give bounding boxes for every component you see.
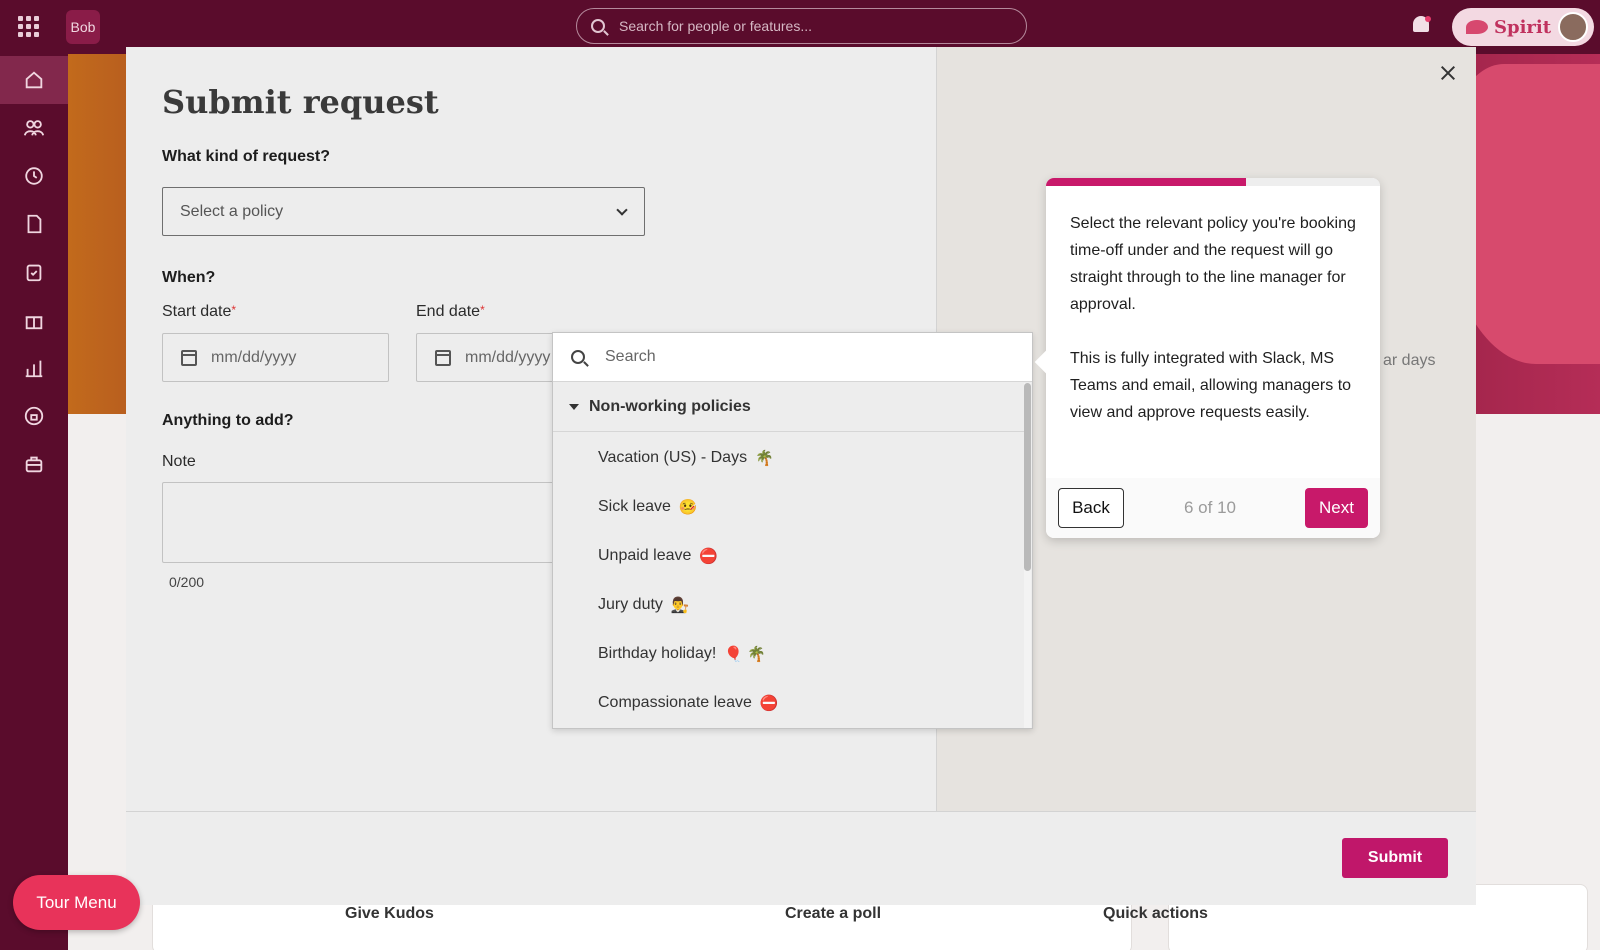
end-date-placeholder: mm/dd/yyyy [465,348,551,366]
lock-icon [24,406,44,426]
tour-paragraph: This is fully integrated with Slack, MS … [1070,350,1352,421]
sidebar-item-time[interactable] [0,152,68,200]
sidebar-item-security[interactable] [0,392,68,440]
policy-option-label: Compassionate leave [598,693,752,711]
policy-option[interactable]: Birthday holiday! 🎈 🌴 [553,629,1025,678]
kind-question: What kind of request? [162,148,330,165]
policy-search-placeholder: Search [605,348,656,365]
create-poll-link[interactable]: Create a poll [785,905,881,950]
tour-footer: Back 6 of 10 Next [1046,478,1380,538]
required-mark: * [231,303,237,317]
policy-select[interactable]: Select a policy [162,187,645,236]
policy-option[interactable]: Vacation (US) - Days 🌴 [553,433,1025,482]
clock-icon [25,167,43,185]
home-icon [25,71,43,89]
required-mark: * [480,303,485,317]
judge-icon: 👨‍⚖️ [670,596,690,614]
notification-dot [1425,16,1431,22]
chevron-down-icon [616,204,628,216]
policy-option-label: Birthday holiday! [598,644,717,662]
start-date-input[interactable]: mm/dd/yyyy [162,333,389,382]
search-icon [571,350,585,364]
search-icon [591,19,605,33]
calendar-icon [435,349,451,366]
policy-option-label: Jury duty [598,595,663,613]
submit-button[interactable]: Submit [1342,838,1448,878]
policy-group-label: Non-working policies [589,397,751,415]
sidebar [0,54,68,950]
spirit-label: Spirit [1494,16,1552,38]
sidebar-item-jobs[interactable] [0,440,68,488]
tour-message: Select the relevant policy you're bookin… [1070,210,1360,453]
notification-bell-icon[interactable] [1411,16,1431,38]
tour-popover: Select the relevant policy you're bookin… [1034,178,1380,538]
apps-grid-icon[interactable] [16,14,40,38]
global-search-placeholder: Search for people or features... [619,18,812,34]
document-icon [27,214,42,234]
close-icon [1440,65,1456,81]
start-date-label: Start date* [162,303,236,321]
end-date-label-text: End date [416,303,481,320]
note-textarea[interactable] [162,482,582,563]
quick-actions-title: Quick actions [1103,905,1208,922]
tour-progress-fill [1046,178,1247,186]
policy-select-placeholder: Select a policy [180,202,284,220]
policy-option-label: Unpaid leave [598,546,692,564]
global-search-input[interactable]: Search for people or features... [576,8,1027,44]
give-kudos-link[interactable]: Give Kudos [345,905,434,950]
when-question: When? [162,269,216,286]
tour-back-button[interactable]: Back [1058,488,1124,528]
add-question: Anything to add? [162,412,294,429]
note-label: Note [162,453,196,470]
policy-group-header[interactable]: Non-working policies [553,382,1025,432]
tour-next-button[interactable]: Next [1305,488,1368,528]
sidebar-item-analytics[interactable] [0,344,68,392]
policy-option-label: Vacation (US) - Days [598,448,748,466]
tour-menu-button[interactable]: Tour Menu [13,875,140,930]
sidebar-item-perks[interactable] [0,296,68,344]
palm-tree-icon: 🌴 [755,449,774,467]
sidebar-item-people[interactable] [0,104,68,152]
policy-option[interactable]: Unpaid leave ⛔ [553,531,1025,580]
top-bar: Bob Search for people or features... Spi… [0,0,1600,54]
policy-option-label: Sick leave [598,497,671,515]
tour-progress-bar [1046,178,1380,186]
policy-option[interactable]: Jury duty 👨‍⚖️ [553,580,1025,629]
modal-footer [126,811,1476,905]
chart-icon [25,360,43,378]
caret-down-icon [569,403,579,410]
balloon-icon: 🎈 🌴 [724,645,766,663]
people-icon [23,120,45,136]
policy-dropdown: Search Non-working policies Vacation (US… [552,332,1033,729]
gift-icon [25,316,43,330]
note-counter: 0/200 [169,574,205,590]
policy-option[interactable]: Compassionate leave ⛔ [553,678,1025,727]
dropdown-scrollbar-thumb[interactable] [1024,383,1031,571]
sidebar-item-tasks[interactable] [0,248,68,296]
policy-option[interactable]: Sick leave 🤒 [553,482,1025,531]
calendar-days-text: ar days [1383,352,1436,369]
spirit-button[interactable]: Spirit [1452,8,1594,46]
clipboard-icon [26,264,42,282]
end-date-label: End date* [416,303,485,321]
start-date-placeholder: mm/dd/yyyy [211,348,297,366]
policy-search-input[interactable]: Search [553,333,1032,382]
no-entry-icon: ⛔ [759,694,779,712]
close-button[interactable] [1436,61,1460,85]
no-entry-icon: ⛔ [699,547,719,565]
tour-step-counter: 6 of 10 [1184,498,1236,517]
sick-face-icon: 🤒 [678,498,698,516]
start-date-label-text: Start date [162,303,232,320]
avatar[interactable] [1558,12,1588,42]
spirit-leaf-icon [1466,20,1488,34]
modal-title: Submit request [162,83,439,121]
briefcase-icon [25,456,43,473]
tour-paragraph: Select the relevant policy you're bookin… [1070,215,1356,313]
sidebar-item-documents[interactable] [0,200,68,248]
calendar-icon [181,349,197,366]
app-logo[interactable]: Bob [66,10,100,44]
dropdown-scrollbar[interactable] [1024,383,1031,728]
sidebar-item-home[interactable] [0,56,68,104]
